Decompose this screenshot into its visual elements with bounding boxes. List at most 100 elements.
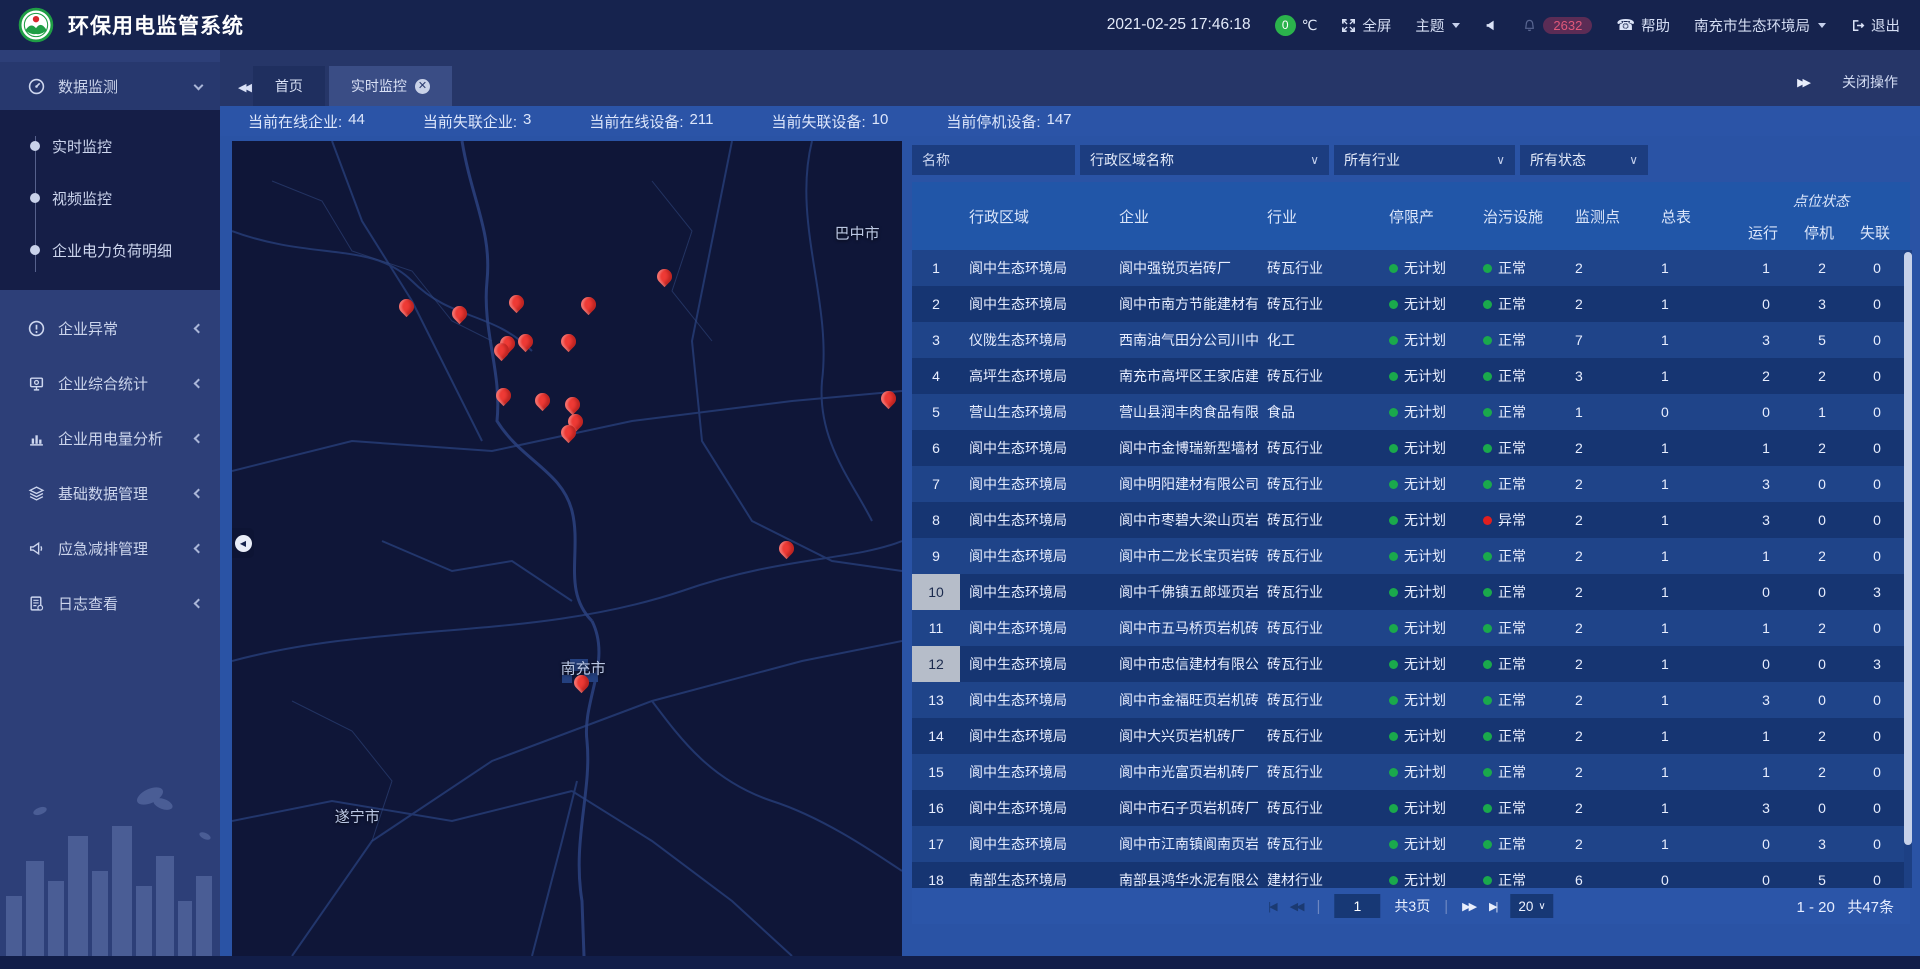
sidebar-item-emergency-reduction[interactable]: 应急减排管理 — [0, 524, 220, 572]
theme-label: 主题 — [1415, 15, 1444, 36]
cell-lost: 0 — [1850, 260, 1904, 276]
table-row[interactable]: 8 阆中生态环境局 阆中市枣碧大梁山页岩 砖瓦行业 无计划 — [912, 502, 1910, 538]
region-filter-select[interactable]: 行政区域名称 ∨ — [1080, 145, 1329, 175]
facility-status-dot — [1483, 372, 1492, 381]
table-scrollbar[interactable] — [1904, 250, 1912, 888]
cell-meters: 1 — [1652, 620, 1738, 636]
sidebar-item-enterprise-abnormal[interactable]: 企业异常 — [0, 304, 220, 352]
table-row[interactable]: 10 阆中生态环境局 阆中千佛镇五郎垭页岩 砖瓦行业 无计划 — [912, 574, 1910, 610]
close-operations-button[interactable]: 关闭操作 — [1842, 72, 1898, 92]
table-row[interactable]: 16 阆中生态环境局 阆中市石子页岩机砖厂 砖瓦行业 无计划 — [912, 790, 1910, 826]
stat-label: 当前在线设备: — [589, 111, 683, 132]
cell-company: 阆中市金博瑞新型墙材 — [1110, 438, 1258, 458]
cell-meters: 1 — [1652, 260, 1738, 276]
first-page-button[interactable]: |◀ — [1268, 900, 1275, 913]
cell-limit: 无计划 — [1380, 546, 1474, 566]
cell-facility-status: 正常 — [1474, 870, 1566, 888]
sidebar-subitem-video-monitor[interactable]: 视频监控 — [0, 172, 220, 224]
sidebar-item-data-monitoring[interactable]: 数据监测 — [0, 62, 220, 110]
table-row[interactable]: 15 阆中生态环境局 阆中市光富页岩机砖厂 砖瓦行业 无计划 — [912, 754, 1910, 790]
tabs-scroll-left-button[interactable]: ◀◀ — [238, 81, 249, 94]
tab-realtime-monitor[interactable]: 实时监控 ✕ — [329, 66, 452, 106]
content-area: 巴中市南充市遂宁市 ◀ 行政区域名称 ∨ — [220, 136, 1920, 956]
table-row[interactable]: 5 营山生态环境局 营山县润丰肉食品有限 食品 无计划 — [912, 394, 1910, 430]
cell-index: 17 — [912, 826, 960, 862]
table-row[interactable]: 13 阆中生态环境局 阆中市金福旺页岩机砖 砖瓦行业 无计划 — [912, 682, 1910, 718]
next-page-button[interactable]: ▶▶ — [1462, 900, 1475, 913]
cell-company: 阆中市江南镇阆南页岩 — [1110, 834, 1258, 854]
facility-status-dot — [1483, 480, 1492, 489]
table-row[interactable]: 17 阆中生态环境局 阆中市江南镇阆南页岩 砖瓦行业 无计划 — [912, 826, 1910, 862]
table-row[interactable]: 11 阆中生态环境局 阆中市五马桥页岩机砖 砖瓦行业 无计划 — [912, 610, 1910, 646]
tab-home[interactable]: 首页 — [253, 66, 325, 106]
cell-company: 南部县鸿华水泥有限公 — [1110, 870, 1258, 888]
page-number-input[interactable] — [1334, 894, 1380, 918]
cell-meters: 1 — [1652, 728, 1738, 744]
help-button[interactable]: ☎ 帮助 — [1616, 15, 1670, 36]
limit-status-dot — [1389, 480, 1398, 489]
sidebar-item-power-analysis[interactable]: 企业用电量分析 — [0, 414, 220, 462]
cell-running: 1 — [1738, 548, 1794, 564]
theme-menu-button[interactable]: 主题 — [1415, 15, 1460, 36]
cell-lost: 3 — [1850, 656, 1904, 672]
cell-industry: 砖瓦行业 — [1258, 366, 1380, 386]
cell-lost: 0 — [1850, 296, 1904, 312]
industry-filter-select[interactable]: 所有行业 ∨ — [1334, 145, 1515, 175]
right-panel: 行政区域名称 ∨ 所有行业 ∨ 所有状态 ∨ — [912, 141, 1910, 956]
status-filter-select[interactable]: 所有状态 ∨ — [1520, 145, 1648, 175]
col-group-point-status: 点位状态 运行 停机 失联 — [1738, 182, 1904, 250]
notifications-button[interactable]: 2632 — [1522, 17, 1592, 34]
table-row[interactable]: 1 阆中生态环境局 阆中强锐页岩砖厂 砖瓦行业 无计划 — [912, 250, 1910, 286]
speaker-icon — [1484, 18, 1498, 32]
prev-page-button[interactable]: ◀◀ — [1290, 900, 1303, 913]
table-row[interactable]: 6 阆中生态环境局 阆中市金博瑞新型墙材 砖瓦行业 无计划 — [912, 430, 1910, 466]
table-row[interactable]: 9 阆中生态环境局 阆中市二龙长宝页岩砖 砖瓦行业 无计划 — [912, 538, 1910, 574]
cell-industry: 砖瓦行业 — [1258, 834, 1380, 854]
scrollbar-thumb[interactable] — [1904, 252, 1912, 845]
sound-toggle-button[interactable] — [1484, 18, 1498, 32]
sidebar-subitem-realtime-monitor[interactable]: 实时监控 — [0, 120, 220, 172]
limit-status-dot — [1389, 300, 1398, 309]
cell-region: 阆中生态环境局 — [960, 726, 1110, 746]
table-row[interactable]: 4 高坪生态环境局 南充市高坪区王家店建 砖瓦行业 无计划 — [912, 358, 1910, 394]
cell-lost: 0 — [1850, 404, 1904, 420]
table-row[interactable]: 12 阆中生态环境局 阆中市忠信建材有限公 砖瓦行业 无计划 — [912, 646, 1910, 682]
user-org-menu[interactable]: 南充市生态环境局 — [1694, 15, 1826, 36]
tabs-scroll-right-button[interactable]: ▶▶ — [1797, 76, 1808, 89]
cell-meters: 1 — [1652, 656, 1738, 672]
cell-running: 1 — [1738, 764, 1794, 780]
sidebar-item-enterprise-statistics[interactable]: 企业综合统计 — [0, 359, 220, 407]
table-row[interactable]: 3 仪陇生态环境局 西南油气田分公司川中 化工 无计划 — [912, 322, 1910, 358]
table-row[interactable]: 7 阆中生态环境局 阆中明阳建材有限公司 砖瓦行业 无计划 — [912, 466, 1910, 502]
cell-running: 0 — [1738, 296, 1794, 312]
table-row[interactable]: 18 南部生态环境局 南部县鸿华水泥有限公 建材行业 无计划 — [912, 862, 1910, 888]
sidebar-submenu: 实时监控 视频监控 企业电力负荷明细 — [0, 110, 220, 290]
cell-meters: 1 — [1652, 548, 1738, 564]
cell-facility-status: 正常 — [1474, 834, 1566, 854]
header-right: 2021-02-25 17:46:18 0 ℃ 全屏 主题 — [1107, 15, 1900, 36]
stat-value: 211 — [690, 111, 714, 132]
temperature-value: 0 — [1275, 15, 1296, 36]
cell-region: 阆中生态环境局 — [960, 582, 1110, 602]
map-panel[interactable]: 巴中市南充市遂宁市 ◀ — [232, 141, 902, 956]
org-label: 南充市生态环境局 — [1694, 15, 1810, 36]
app-logo-icon — [18, 7, 54, 43]
map-collapse-button[interactable]: ◀ — [232, 528, 254, 558]
sidebar-subitem-power-load-detail[interactable]: 企业电力负荷明细 — [0, 224, 220, 276]
cell-limit: 无计划 — [1380, 258, 1474, 278]
sidebar-item-base-data[interactable]: 基础数据管理 — [0, 469, 220, 517]
last-page-button[interactable]: ▶| — [1489, 900, 1496, 913]
cell-company: 阆中市石子页岩机砖厂 — [1110, 798, 1258, 818]
logout-button[interactable]: 退出 — [1850, 15, 1900, 36]
cell-index: 10 — [912, 574, 960, 610]
fullscreen-button[interactable]: 全屏 — [1341, 15, 1391, 36]
page-size-select[interactable]: 20 ∨ — [1510, 894, 1553, 918]
cell-points: 2 — [1566, 584, 1652, 600]
name-filter-input[interactable] — [912, 145, 1075, 175]
table-row[interactable]: 14 阆中生态环境局 阆中大兴页岩机砖厂 砖瓦行业 无计划 — [912, 718, 1910, 754]
cell-running: 0 — [1738, 656, 1794, 672]
table-row[interactable]: 2 阆中生态环境局 阆中市南方节能建材有 砖瓦行业 无计划 — [912, 286, 1910, 322]
cell-limit: 无计划 — [1380, 438, 1474, 458]
sidebar-item-log-view[interactable]: 日志查看 — [0, 579, 220, 627]
close-icon[interactable]: ✕ — [415, 79, 430, 94]
